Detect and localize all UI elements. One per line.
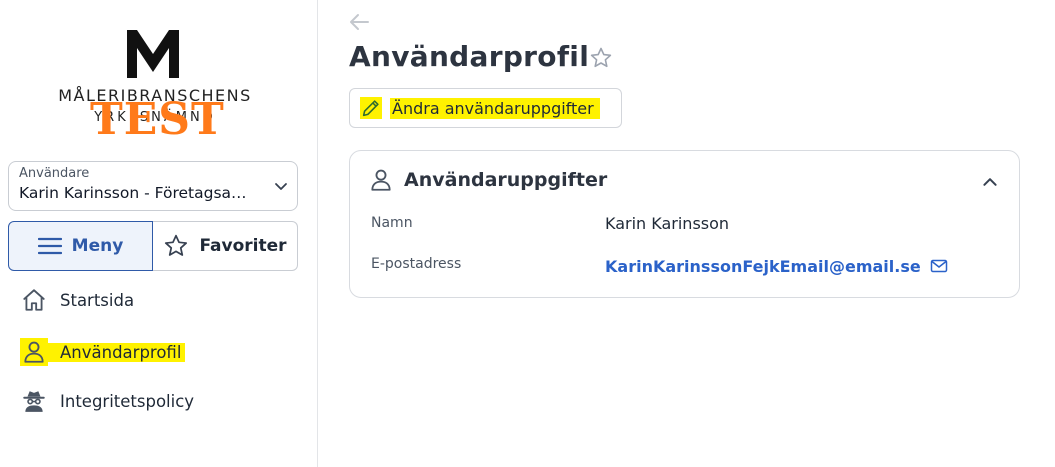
home-icon [20,286,48,314]
email-row: KarinKarinssonFejkEmail@email.se [605,257,948,276]
name-label: Namn [371,215,413,231]
user-icon [371,169,391,191]
user-select-value: Karin Karinsson - Företagsa… [19,184,247,202]
card-header[interactable]: Användaruppgifter [368,167,607,193]
sidebar-item-startsida[interactable]: Startsida [20,284,134,316]
sidebar: MÅLERIBRANSCHENS YRKESNÄMND TEST Använda… [0,0,318,467]
favorite-star-icon[interactable] [589,46,613,70]
user-select[interactable]: Användare Karin Karinsson - Företagsa… [8,161,298,211]
card-title: Användaruppgifter [404,169,608,191]
sidebar-item-label: Startsida [60,290,135,310]
edit-user-details-button[interactable]: Ändra användaruppgifter [349,88,622,128]
chevron-down-icon [275,183,287,190]
mail-icon[interactable] [930,258,948,274]
sidebar-item-anvandarprofil[interactable]: Användarprofil [20,336,186,368]
chevron-up-icon[interactable] [981,173,999,191]
tab-menu[interactable]: Meny [8,221,153,271]
sidebar-item-label: Integritetspolicy [60,391,195,411]
back-arrow-icon[interactable] [348,12,370,32]
user-details-card: Användaruppgifter Namn Karin Karinsson E… [349,150,1020,298]
spy-icon [20,387,48,415]
user-select-label: Användare [19,166,90,181]
user-icon [20,338,48,366]
tab-favorites[interactable]: Favoriter [153,221,298,271]
sidebar-tabs: Meny Favoriter [8,221,298,271]
logo-mark-icon [127,30,179,78]
tab-menu-label: Meny [71,236,124,256]
page-title: Användarprofil [349,40,590,73]
name-value: Karin Karinsson [605,214,730,233]
sidebar-item-label: Användarprofil [48,342,186,362]
email-link[interactable]: KarinKarinssonFejkEmail@email.se [605,257,921,276]
test-stamp: TEST [90,94,225,145]
star-icon [165,234,188,256]
tab-favorites-label: Favoriter [199,236,287,256]
sidebar-item-integritetspolicy[interactable]: Integritetspolicy [20,385,194,417]
email-label: E-postadress [371,256,462,272]
pencil-icon [360,97,382,119]
logo[interactable]: MÅLERIBRANSCHENS YRKESNÄMND TEST [50,26,260,146]
edit-button-label: Ändra användaruppgifter [390,97,600,119]
hamburger-icon [37,237,62,255]
